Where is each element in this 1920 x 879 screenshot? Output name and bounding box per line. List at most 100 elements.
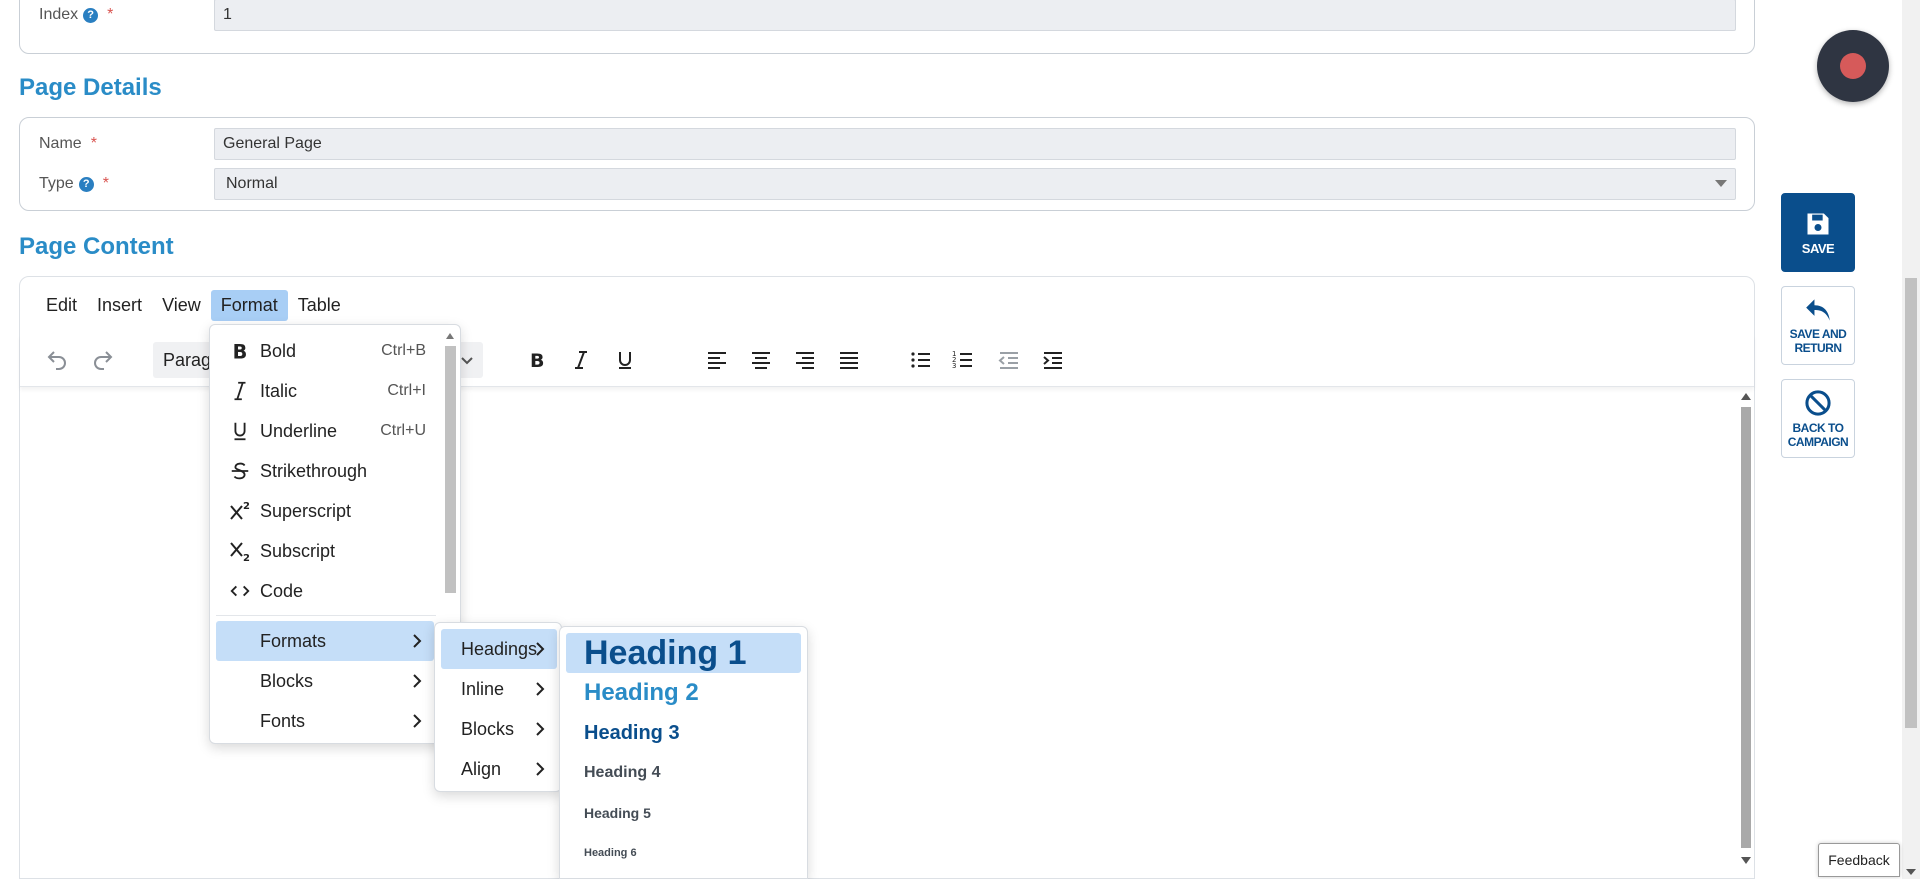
italic-icon (228, 379, 252, 403)
underline-button[interactable] (608, 343, 642, 377)
formats-inline-item[interactable]: Inline (441, 669, 557, 709)
chevron-right-icon (413, 634, 422, 648)
subscript-icon: 2 (228, 539, 252, 563)
formats-submenu: Headings Inline Blocks Align (434, 622, 562, 792)
save-button[interactable]: SAVE (1781, 193, 1855, 272)
record-button[interactable] (1817, 30, 1889, 102)
heading-1-item[interactable]: Heading 1 (566, 633, 801, 673)
menu-edit[interactable]: Edit (36, 290, 87, 321)
menu-insert[interactable]: Insert (87, 290, 152, 321)
code-icon (228, 579, 252, 603)
ban-icon (1805, 389, 1831, 416)
feedback-button[interactable]: Feedback (1818, 843, 1900, 877)
align-left-button[interactable] (700, 343, 734, 377)
caret-down-icon (1715, 180, 1727, 187)
indent-button[interactable] (1036, 343, 1070, 377)
chevron-right-icon (536, 642, 545, 656)
format-subscript-item[interactable]: 2 Subscript (216, 531, 436, 571)
scrollbar-thumb[interactable] (445, 346, 456, 593)
help-icon[interactable]: ? (83, 7, 99, 23)
italic-icon (575, 351, 587, 369)
scroll-down-icon[interactable] (1906, 869, 1916, 875)
page-details-fieldset: Name * General Page Type ? * Normal (19, 117, 1755, 211)
redo-button[interactable] (86, 343, 120, 377)
save-label: SAVE (1801, 240, 1835, 256)
format-formats-item[interactable]: Formats (216, 621, 434, 661)
menu-view[interactable]: View (152, 290, 211, 321)
superscript-icon: 2 (228, 499, 252, 523)
heading-4-item[interactable]: Heading 4 (566, 753, 801, 793)
align-justify-icon (840, 352, 858, 369)
align-center-button[interactable] (744, 343, 778, 377)
align-center-icon (752, 352, 770, 369)
undo-icon (47, 351, 66, 370)
help-icon[interactable]: ? (78, 176, 94, 192)
scroll-down-icon[interactable] (1741, 857, 1751, 864)
format-menu: B Bold Ctrl+B Italic Ctrl+I Underline Ct… (209, 324, 461, 744)
svg-text:2: 2 (243, 553, 250, 563)
menu-table[interactable]: Table (288, 290, 351, 321)
underline-icon (228, 419, 252, 443)
heading-6-item[interactable]: Heading 6 (566, 833, 801, 873)
align-justify-button[interactable] (832, 343, 866, 377)
formats-headings-item[interactable]: Headings (441, 629, 557, 669)
numbered-list-button[interactable]: 123 (946, 343, 980, 377)
editor-scrollbar[interactable] (1738, 389, 1754, 866)
type-select-value: Normal (226, 175, 278, 192)
page-content-title: Page Content (19, 233, 174, 260)
formats-align-item[interactable]: Align (441, 749, 557, 789)
required-marker: * (102, 175, 109, 192)
type-select[interactable]: Normal (214, 168, 1736, 200)
format-superscript-item[interactable]: 2 Superscript (216, 491, 436, 531)
reply-arrow-icon (1806, 298, 1830, 321)
align-right-icon (796, 352, 814, 369)
name-input[interactable]: General Page (214, 128, 1736, 160)
heading-2-item[interactable]: Heading 2 (566, 673, 801, 713)
page-scrollbar[interactable] (1902, 0, 1920, 879)
scroll-up-icon[interactable] (446, 333, 454, 339)
bold-button[interactable]: B (520, 343, 554, 377)
format-bold-item[interactable]: B Bold Ctrl+B (216, 331, 436, 371)
editor-menubar: Edit Insert View Format Table (36, 290, 351, 321)
undo-button[interactable] (40, 343, 74, 377)
heading-5-item[interactable]: Heading 5 (566, 793, 801, 833)
format-blocks-item[interactable]: Blocks (216, 661, 434, 701)
format-italic-item[interactable]: Italic Ctrl+I (216, 371, 436, 411)
format-fonts-item[interactable]: Fonts (216, 701, 434, 741)
svg-text:2: 2 (243, 501, 250, 512)
scroll-up-icon[interactable] (1741, 393, 1751, 400)
type-row: Type ? * Normal (20, 167, 1754, 201)
outdent-button[interactable] (992, 343, 1026, 377)
underline-icon (619, 352, 631, 369)
bold-icon: B (228, 339, 252, 363)
headings-submenu: Heading 1 Heading 2 Heading 3 Heading 4 … (559, 626, 808, 879)
name-row: Name * General Page (20, 127, 1754, 161)
format-code-item[interactable]: Code (216, 571, 436, 611)
page-details-title: Page Details (19, 74, 162, 101)
bullet-list-icon (911, 352, 930, 368)
chevron-right-icon (536, 762, 545, 776)
back-to-campaign-button[interactable]: BACK TO CAMPAIGN (1781, 379, 1855, 458)
menu-format[interactable]: Format (210, 290, 288, 321)
type-label: Type (39, 175, 74, 192)
formats-blocks-item[interactable]: Blocks (441, 709, 557, 749)
heading-3-item[interactable]: Heading 3 (566, 713, 801, 753)
outdent-icon (998, 352, 1018, 369)
scrollbar-thumb[interactable] (1905, 278, 1917, 728)
campaign-fieldset: Index ? * 1 (19, 0, 1755, 54)
save-and-return-button[interactable]: SAVE AND RETURN (1781, 286, 1855, 365)
redo-icon (94, 351, 113, 370)
format-underline-item[interactable]: Underline Ctrl+U (216, 411, 436, 451)
svg-text:B: B (233, 340, 248, 362)
align-left-icon (708, 352, 726, 369)
align-right-button[interactable] (788, 343, 822, 377)
index-input[interactable]: 1 (214, 0, 1736, 31)
bullet-list-button[interactable] (904, 343, 938, 377)
bold-icon: B (530, 350, 544, 372)
format-strikethrough-item[interactable]: Strikethrough (216, 451, 436, 491)
italic-button[interactable] (564, 343, 598, 377)
name-label: Name (39, 135, 82, 152)
scrollbar-thumb[interactable] (1741, 407, 1751, 848)
chevron-down-icon (461, 357, 473, 365)
menu-scrollbar[interactable] (443, 329, 457, 617)
